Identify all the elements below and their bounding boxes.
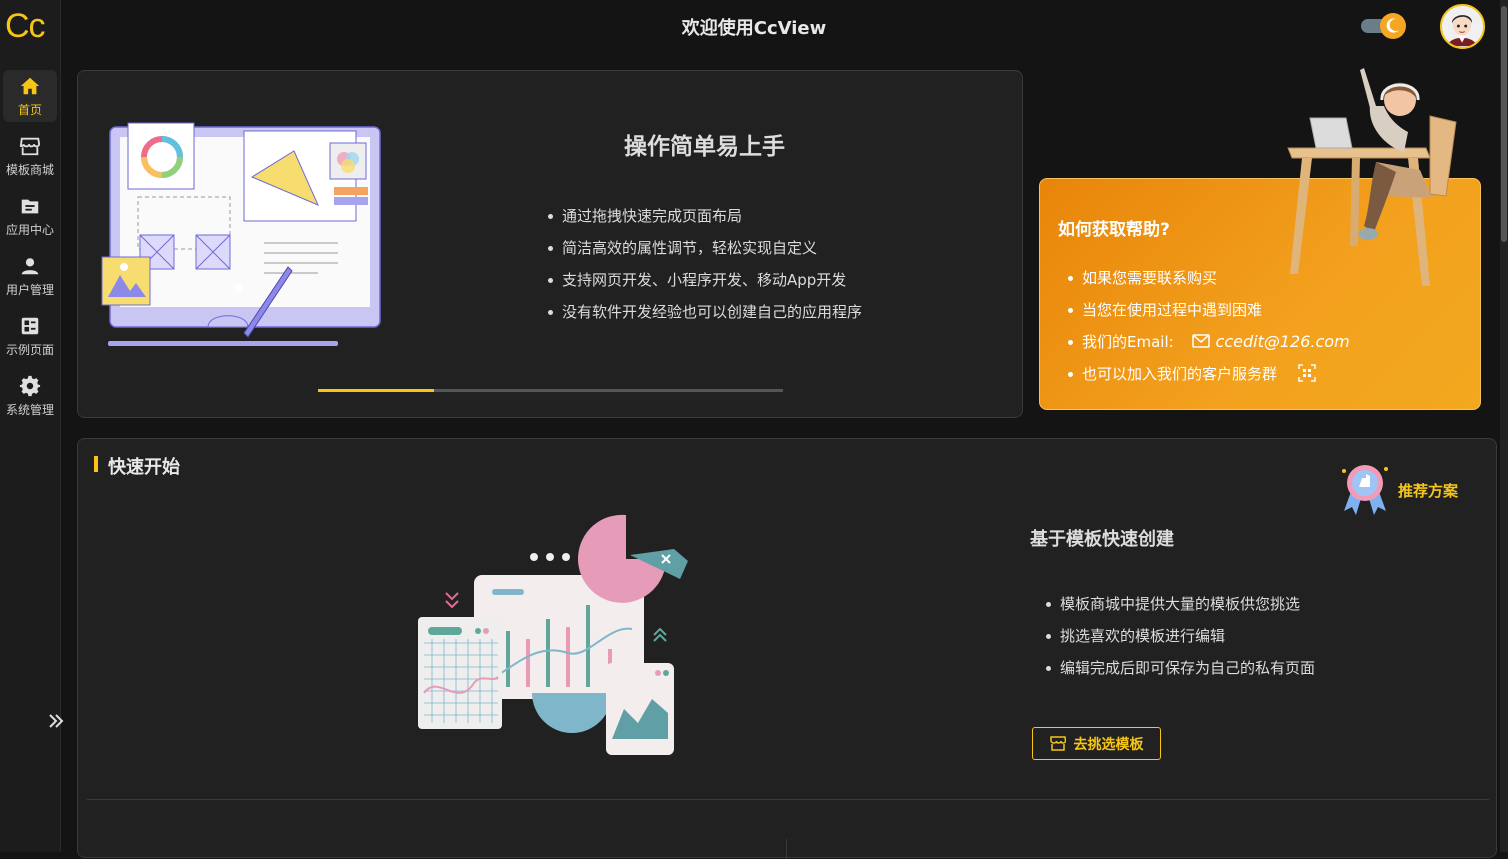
intro-heading: 操作简单易上手 xyxy=(624,134,785,160)
email-link[interactable]: ccedit@126.com xyxy=(1192,332,1350,351)
carousel-progress-track[interactable] xyxy=(318,389,783,392)
sidebar-item-label: 示例页面 xyxy=(5,342,54,357)
list-item: 模板商城中提供大量的模板供您挑选 xyxy=(1044,588,1315,620)
store-icon xyxy=(1049,736,1066,751)
list-item: 没有软件开发经验也可以创建自己的应用程序 xyxy=(546,296,862,328)
help-heading: 如何获取帮助? xyxy=(1058,220,1170,240)
quick-start-card: 快速开始 推荐方案 基于模板快速创建 模板商城中提供大量的模板供您挑选 挑选喜欢… xyxy=(77,438,1497,859)
user-icon xyxy=(21,257,39,274)
mail-icon xyxy=(1192,334,1211,348)
carousel-progress-fill xyxy=(318,389,435,392)
list-item: 当您在使用过程中遇到困难 xyxy=(1066,294,1350,326)
email-label: 我们的Email: xyxy=(1082,333,1174,351)
dashboard-icon xyxy=(21,317,39,334)
quick-start-title: 快速开始 xyxy=(108,457,180,478)
page-title: 欢迎使用CcView xyxy=(681,18,827,39)
sidebar-item-users[interactable]: 用户管理 xyxy=(3,250,57,302)
list-item: 挑选喜欢的模板进行编辑 xyxy=(1044,620,1315,652)
avatar-icon xyxy=(1442,6,1483,47)
analytics-illustration xyxy=(418,514,688,755)
qr-code-icon[interactable] xyxy=(1298,364,1316,382)
award-ribbon-icon xyxy=(1342,465,1388,515)
sidebar-item-label: 用户管理 xyxy=(5,282,54,297)
list-item: 编辑完成后即可保存为自己的私有页面 xyxy=(1044,652,1315,684)
home-icon xyxy=(20,77,40,94)
list-item: 我们的Email: ccedit@126.com xyxy=(1066,326,1350,358)
sidebar-item-template-store[interactable]: 模板商城 xyxy=(3,130,57,182)
section-divider xyxy=(87,799,1489,800)
sidebar-item-system[interactable]: 系统管理 xyxy=(3,370,57,422)
template-bullet-list: 模板商城中提供大量的模板供您挑选 挑选喜欢的模板进行编辑 编辑完成后即可保存为自… xyxy=(1044,588,1315,684)
intro-bullet-list: 通过拖拽快速完成页面布局 简洁高效的属性调节，轻松实现自定义 支持网页开发、小程… xyxy=(546,200,862,328)
person-at-desk-illustration xyxy=(1287,68,1457,286)
recommend-label: 推荐方案 xyxy=(1398,482,1459,500)
page-scrollbar[interactable] xyxy=(1500,0,1508,852)
sidebar-item-label: 模板商城 xyxy=(5,162,54,177)
sidebar-item-label: 应用中心 xyxy=(5,222,54,237)
list-item: 支持网页开发、小程序开发、移动App开发 xyxy=(546,264,862,296)
gear-icon xyxy=(19,375,41,396)
monitor-illustration xyxy=(101,122,381,346)
intro-carousel-card: 操作简单易上手 通过拖拽快速完成页面布局 简洁高效的属性调节，轻松实现自定义 支… xyxy=(77,70,1023,418)
app-folder-icon xyxy=(21,199,39,213)
choose-template-button[interactable]: 去挑选模板 xyxy=(1032,727,1161,760)
moon-toggle-icon[interactable] xyxy=(1361,13,1407,39)
sidebar-item-label: 系统管理 xyxy=(5,402,54,417)
scrollbar-thumb[interactable] xyxy=(1501,6,1507,242)
vertical-divider xyxy=(786,839,787,859)
sidebar-item-app-center[interactable]: 应用中心 xyxy=(3,190,57,242)
sidebar-item-label: 首页 xyxy=(17,102,42,117)
store-icon xyxy=(19,137,41,155)
sidebar-item-home[interactable]: 首页 xyxy=(3,70,57,122)
list-item: 也可以加入我们的客户服务群 xyxy=(1066,358,1350,390)
choose-template-label: 去挑选模板 xyxy=(1073,735,1144,752)
sidebar-item-examples[interactable]: 示例页面 xyxy=(3,310,57,362)
email-text: ccedit@126.com xyxy=(1215,332,1350,351)
user-avatar[interactable] xyxy=(1440,4,1485,49)
list-item: 通过拖拽快速完成页面布局 xyxy=(546,200,862,232)
double-chevron-right-icon[interactable] xyxy=(46,711,66,731)
service-group-text: 也可以加入我们的客户服务群 xyxy=(1082,365,1278,383)
list-item: 简洁高效的属性调节，轻松实现自定义 xyxy=(546,232,862,264)
section-marker xyxy=(94,456,98,472)
sidebar: Cc 首页 模板商城 应用中心 用户管理 示例页面 系统管理 xyxy=(0,0,64,852)
template-heading: 基于模板快速创建 xyxy=(1030,529,1174,550)
